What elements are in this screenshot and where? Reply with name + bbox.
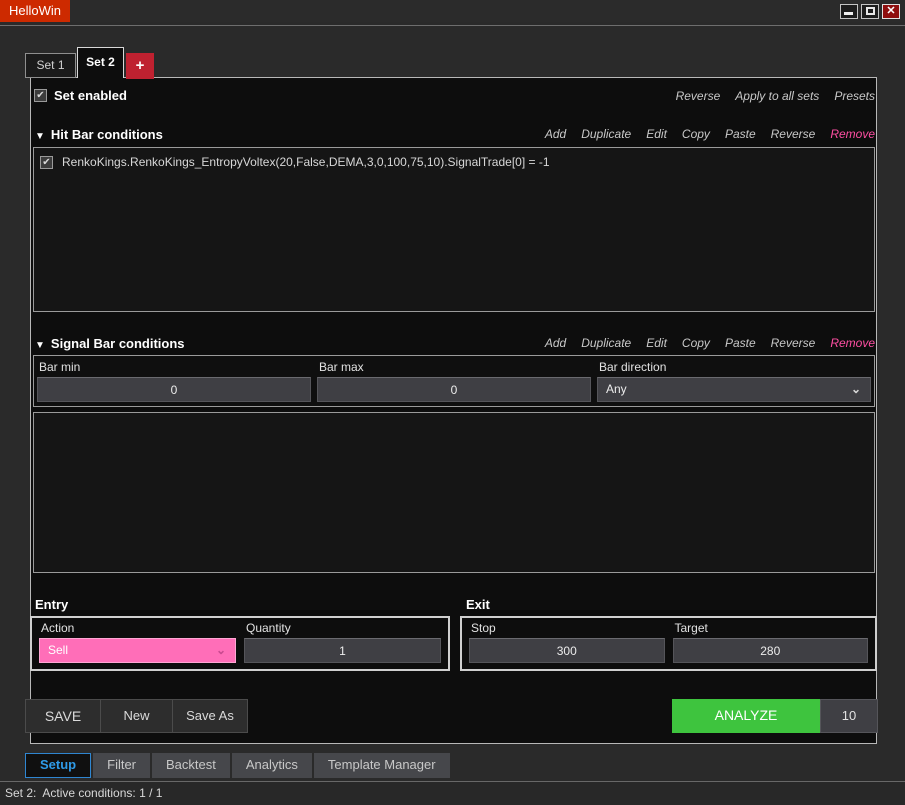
bar-direction-label: Bar direction	[597, 360, 871, 374]
title-bar: HelloWin ✕	[0, 0, 905, 22]
chevron-down-icon: ⌄	[851, 378, 861, 401]
tab-filter[interactable]: Filter	[93, 753, 150, 778]
entry-group: Action Sell ⌄ Quantity	[30, 616, 450, 671]
target-input[interactable]	[673, 638, 869, 663]
signal-bar-settings: Bar min Bar max Bar direction Any ⌄	[33, 355, 875, 407]
tab-set-1[interactable]: Set 1	[25, 53, 76, 78]
quantity-input[interactable]	[244, 638, 441, 663]
file-buttons: SAVE New Save As	[25, 699, 248, 733]
tab-template-manager[interactable]: Template Manager	[314, 753, 450, 778]
hit-remove-link[interactable]: Remove	[830, 127, 875, 141]
collapse-icon[interactable]: ▼	[35, 340, 45, 351]
signal-remove-link[interactable]: Remove	[830, 336, 875, 350]
signal-reverse-link[interactable]: Reverse	[771, 336, 816, 350]
bottom-tab-bar: Setup Filter Backtest Analytics Template…	[25, 753, 450, 778]
set-actions: Reverse Apply to all sets Presets	[676, 89, 875, 103]
exit-title: Exit	[466, 597, 490, 612]
exit-group: Stop Target	[460, 616, 877, 671]
hit-copy-link[interactable]: Copy	[682, 127, 710, 141]
action-label: Action	[39, 621, 236, 635]
stop-input[interactable]	[469, 638, 665, 663]
condition-checkbox[interactable]: ✔	[40, 156, 53, 169]
reverse-set-link[interactable]: Reverse	[676, 89, 721, 103]
maximize-icon	[866, 7, 875, 15]
signal-copy-link[interactable]: Copy	[682, 336, 710, 350]
add-set-tab[interactable]: +	[126, 53, 154, 79]
window-title: HelloWin	[0, 0, 70, 22]
set-enabled-checkbox[interactable]: ✔	[34, 89, 47, 102]
signal-bar-conditions-list	[33, 412, 875, 573]
bar-min-label: Bar min	[37, 360, 311, 374]
signal-bar-header: ▼ Signal Bar conditions	[35, 335, 185, 353]
condition-text: RenkoKings.RenkoKings_EntropyVoltex(20,F…	[62, 155, 550, 169]
close-button[interactable]: ✕	[882, 4, 900, 19]
titlebar-separator	[0, 25, 905, 26]
hit-paste-link[interactable]: Paste	[725, 127, 756, 141]
save-as-button[interactable]: Save As	[172, 699, 248, 733]
status-bar: Set 2: Active conditions: 1 / 1	[0, 781, 905, 805]
tab-backtest[interactable]: Backtest	[152, 753, 230, 778]
save-button[interactable]: SAVE	[25, 699, 101, 733]
hit-duplicate-link[interactable]: Duplicate	[581, 127, 631, 141]
stop-label: Stop	[469, 621, 665, 635]
bar-direction-value: Any	[606, 382, 627, 396]
action-value: Sell	[48, 643, 68, 657]
signal-duplicate-link[interactable]: Duplicate	[581, 336, 631, 350]
hit-bar-actions: Add Duplicate Edit Copy Paste Reverse Re…	[545, 127, 875, 141]
new-button[interactable]: New	[100, 699, 173, 733]
minimize-icon	[844, 12, 853, 15]
signal-add-link[interactable]: Add	[545, 336, 566, 350]
signal-bar-actions: Add Duplicate Edit Copy Paste Reverse Re…	[545, 336, 875, 350]
collapse-icon[interactable]: ▼	[35, 131, 45, 142]
signal-paste-link[interactable]: Paste	[725, 336, 756, 350]
analyze-count-field[interactable]: 10	[820, 699, 878, 733]
chevron-down-icon: ⌄	[216, 639, 226, 662]
hit-bar-title: Hit Bar conditions	[51, 127, 163, 142]
bar-max-label: Bar max	[317, 360, 591, 374]
condition-row[interactable]: ✔ RenkoKings.RenkoKings_EntropyVoltex(20…	[34, 148, 874, 176]
bar-min-input[interactable]	[37, 377, 311, 402]
set-enabled-label: Set enabled	[54, 88, 127, 103]
tab-analytics[interactable]: Analytics	[232, 753, 312, 778]
hit-add-link[interactable]: Add	[545, 127, 566, 141]
action-select[interactable]: Sell ⌄	[39, 638, 236, 663]
quantity-label: Quantity	[244, 621, 441, 635]
window-controls: ✕	[840, 4, 900, 19]
analyze-button[interactable]: ANALYZE	[672, 699, 820, 733]
apply-to-all-sets-link[interactable]: Apply to all sets	[735, 89, 819, 103]
hit-reverse-link[interactable]: Reverse	[771, 127, 816, 141]
tab-set-2[interactable]: Set 2	[77, 47, 124, 78]
hit-bar-header: ▼ Hit Bar conditions	[35, 126, 163, 144]
minimize-button[interactable]	[840, 4, 858, 19]
entry-title: Entry	[35, 597, 68, 612]
presets-link[interactable]: Presets	[834, 89, 875, 103]
signal-bar-title: Signal Bar conditions	[51, 336, 185, 351]
maximize-button[interactable]	[861, 4, 879, 19]
bar-max-input[interactable]	[317, 377, 591, 402]
hit-edit-link[interactable]: Edit	[646, 127, 667, 141]
hit-bar-conditions-list: ✔ RenkoKings.RenkoKings_EntropyVoltex(20…	[33, 147, 875, 312]
signal-edit-link[interactable]: Edit	[646, 336, 667, 350]
target-label: Target	[673, 621, 869, 635]
tab-setup[interactable]: Setup	[25, 753, 91, 778]
bar-direction-select[interactable]: Any ⌄	[597, 377, 871, 402]
